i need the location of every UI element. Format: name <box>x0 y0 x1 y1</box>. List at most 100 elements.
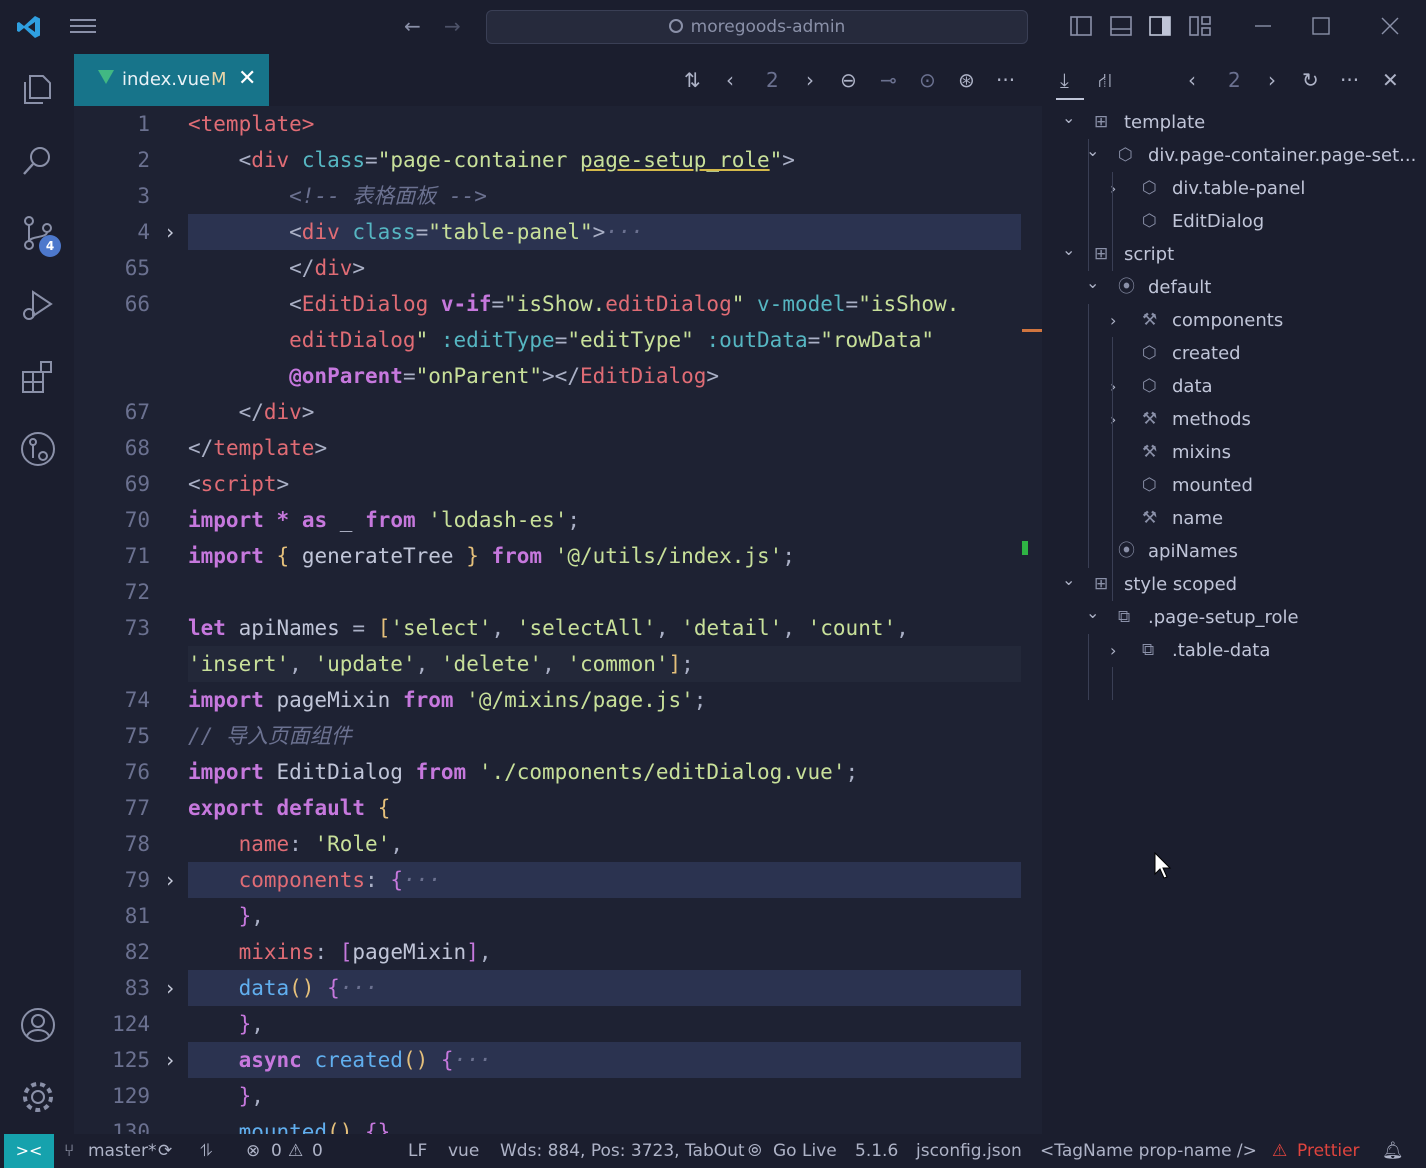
fold-chevron-icon[interactable]: › <box>164 1042 176 1078</box>
run-debug-icon[interactable] <box>19 286 57 324</box>
accounts-icon[interactable] <box>19 1006 57 1044</box>
next-change-icon[interactable]: › <box>806 68 814 92</box>
code-line[interactable]: 79 › components: {··· <box>74 862 1042 898</box>
code-line[interactable]: 125 › async created() {··· <box>74 1042 1042 1078</box>
outline-next-icon[interactable]: › <box>1268 68 1276 92</box>
maximize-icon[interactable] <box>1311 16 1331 39</box>
tree-mixins[interactable]: ⚒ mixins <box>1110 436 1418 469</box>
timeline-forward-icon[interactable]: ⊙ <box>919 68 936 92</box>
tree-div-page-container[interactable]: ⌄ ⬡ div.page-container.page-set... <box>1086 139 1418 172</box>
branch-name[interactable]: master* <box>88 1134 156 1168</box>
hierarchy-view-icon[interactable]: ⛙ <box>1098 68 1112 92</box>
language-mode[interactable]: vue <box>448 1134 479 1168</box>
timeline-back-icon[interactable]: ⊖ <box>840 68 857 92</box>
code-line[interactable]: 4 › <div class="table-panel">··· <box>74 214 1042 250</box>
version-indicator[interactable]: 5.1.6 <box>855 1134 898 1168</box>
code-line[interactable]: 73 let apiNames = ['select', 'selectAll',… <box>74 610 1042 646</box>
code-line[interactable]: 70 import * as _ from 'lodash-es'; <box>74 502 1042 538</box>
tree-script[interactable]: ⌄ ⊞ script <box>1062 238 1418 271</box>
notifications-bell-icon[interactable]: 🔔︎ <box>1382 1134 1404 1168</box>
errors-count[interactable]: 0 <box>271 1134 282 1168</box>
fold-chevron-icon[interactable]: › <box>164 970 176 1006</box>
outline-prev-icon[interactable]: ‹ <box>1188 68 1196 92</box>
tree-style-scoped[interactable]: ⌄ ⊞ style scoped <box>1062 568 1418 601</box>
outline-view-icon[interactable]: ⤓ <box>1060 68 1069 92</box>
tree-template[interactable]: ⌄ ⊞ template <box>1062 106 1418 139</box>
code-line[interactable]: 83 › data() {··· <box>74 970 1042 1006</box>
tree-div-table-panel[interactable]: › ⬡ div.table-panel <box>1110 172 1418 205</box>
timeline-commit-icon[interactable]: ⊸ <box>880 68 897 92</box>
search-view-icon[interactable] <box>19 142 57 180</box>
code-line[interactable]: editDialog" :editType="editType" :outDat… <box>74 322 1042 358</box>
tree-default[interactable]: ⌄ ⦿ default <box>1086 271 1418 304</box>
code-line[interactable]: 78 name: 'Role', <box>74 826 1042 862</box>
publish-icon[interactable]: ⥮ <box>200 1134 212 1168</box>
explorer-icon[interactable] <box>19 70 57 108</box>
tree-name[interactable]: ⚒ name <box>1110 502 1418 535</box>
word-count[interactable]: Wds: 884, Pos: 3723, TabOut <box>500 1134 745 1168</box>
refresh-icon[interactable]: ↻ <box>1302 68 1319 92</box>
chevron-down-icon[interactable]: ⌄ <box>1062 563 1082 596</box>
command-center-search[interactable]: moregoods-admin <box>486 10 1028 44</box>
chevron-right-icon[interactable]: › <box>1110 172 1130 205</box>
code-line[interactable]: 1 <template> <box>74 106 1042 142</box>
code-line[interactable]: 71 import { generateTree } from '@/utils/… <box>74 538 1042 574</box>
previous-change-icon[interactable]: ‹ <box>726 68 734 92</box>
git-graph-icon[interactable] <box>19 430 57 468</box>
code-line[interactable]: 72 <box>74 574 1042 610</box>
compare-changes-icon[interactable]: ⇅ <box>684 68 701 92</box>
close-panel-icon[interactable]: ✕ <box>1382 68 1399 92</box>
code-line[interactable]: 81 }, <box>74 898 1042 934</box>
tree-page-setup-role[interactable]: ⌄ ⧉ .page-setup_role <box>1086 601 1418 634</box>
extensions-icon[interactable] <box>19 358 57 396</box>
remote-indicator[interactable]: >< <box>4 1134 54 1168</box>
tab-close-icon[interactable]: ✕ <box>238 66 256 91</box>
customize-layout-icon[interactable] <box>1189 16 1211 39</box>
git-lens-icon[interactable]: ⊛ <box>958 68 975 92</box>
chevron-right-icon[interactable]: › <box>1110 370 1130 403</box>
code-line[interactable]: 82 mixins: [pageMixin], <box>74 934 1042 970</box>
code-line[interactable]: 65 </div> <box>74 250 1042 286</box>
more-actions-icon[interactable]: ··· <box>996 68 1015 92</box>
warnings-count[interactable]: 0 <box>312 1134 323 1168</box>
outline-more-icon[interactable]: ··· <box>1340 68 1359 92</box>
minimize-icon[interactable] <box>1253 16 1273 39</box>
tree-table-data[interactable]: › ⧉ .table-data <box>1110 634 1418 667</box>
chevron-down-icon[interactable]: ⌄ <box>1086 596 1106 629</box>
fold-chevron-icon[interactable]: › <box>164 862 176 898</box>
go-live-button[interactable]: Go Live <box>773 1134 837 1168</box>
sync-icon[interactable]: ⟳ <box>158 1134 172 1168</box>
prettier-status[interactable]: Prettier <box>1297 1134 1360 1168</box>
chevron-right-icon[interactable]: › <box>1110 403 1130 436</box>
code-line[interactable]: 75 // 导入页面组件 <box>74 718 1042 754</box>
code-line[interactable]: 130 mounted() {} <box>74 1114 1042 1134</box>
chevron-down-icon[interactable]: ⌄ <box>1086 266 1106 299</box>
tree-apinames[interactable]: ⦿ apiNames <box>1086 535 1418 568</box>
jsconfig-indicator[interactable]: jsconfig.json <box>916 1134 1022 1168</box>
fold-chevron-icon[interactable]: › <box>164 214 176 250</box>
chevron-right-icon[interactable]: › <box>1110 634 1130 667</box>
close-window-icon[interactable] <box>1380 16 1400 39</box>
tree-data[interactable]: › ⬡ data <box>1110 370 1418 403</box>
code-line[interactable]: 68 </template> <box>74 430 1042 466</box>
code-line[interactable]: 76 import EditDialog from './components/e… <box>74 754 1042 790</box>
toggle-secondary-sidebar-icon[interactable] <box>1149 16 1171 39</box>
code-line[interactable]: 'insert', 'update', 'delete', 'common']; <box>74 646 1042 682</box>
code-line[interactable]: 74 import pageMixin from '@/mixins/page.j… <box>74 682 1042 718</box>
tree-editdialog[interactable]: ⬡ EditDialog <box>1110 205 1418 238</box>
toggle-primary-sidebar-icon[interactable] <box>1070 16 1092 39</box>
code-line[interactable]: 69 <script> <box>74 466 1042 502</box>
code-line[interactable]: 77 export default { <box>74 790 1042 826</box>
menu-icon[interactable] <box>70 16 96 39</box>
code-line[interactable]: 66 <EditDialog v-if="isShow.editDialog" … <box>74 286 1042 322</box>
code-line[interactable]: 67 </div> <box>74 394 1042 430</box>
tree-mounted[interactable]: ⬡ mounted <box>1110 469 1418 502</box>
tagname-indicator[interactable]: <TagName prop-name /> <box>1040 1134 1257 1168</box>
tab-index-vue[interactable]: index.vue M ✕ <box>74 54 269 106</box>
chevron-down-icon[interactable]: ⌄ <box>1062 101 1082 134</box>
tree-components[interactable]: › ⚒ components <box>1110 304 1418 337</box>
code-line[interactable]: @onParent="onParent"></EditDialog> <box>74 358 1042 394</box>
eol-indicator[interactable]: LF <box>408 1134 427 1168</box>
back-arrow-icon[interactable]: ← <box>404 16 421 36</box>
settings-gear-icon[interactable] <box>19 1078 57 1116</box>
